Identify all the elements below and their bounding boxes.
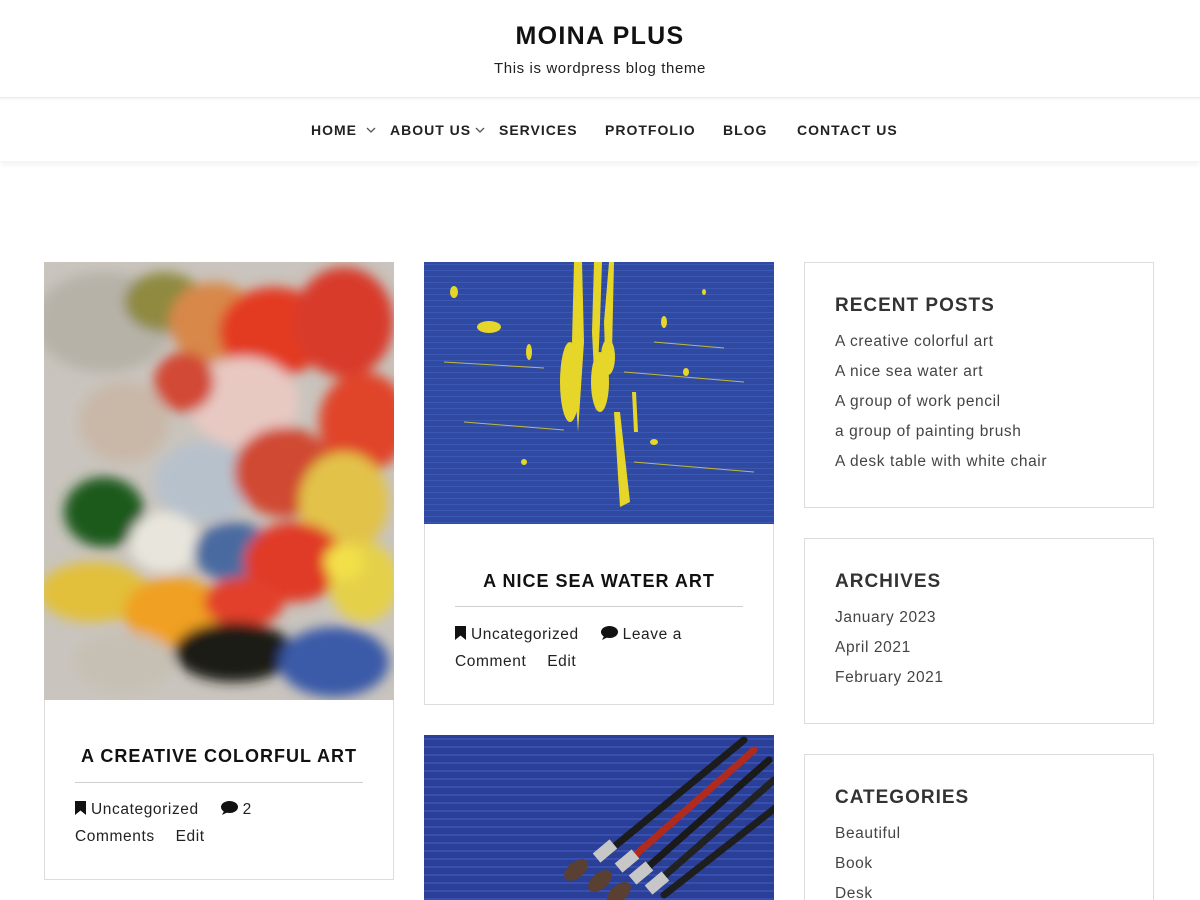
post-comments-label[interactable]: Comments bbox=[75, 828, 155, 845]
recent-post-link[interactable]: A creative colorful art bbox=[835, 333, 994, 351]
category-link[interactable]: Book bbox=[835, 855, 873, 873]
archive-link[interactable]: February 2021 bbox=[835, 669, 944, 687]
post-title[interactable]: A CREATIVE COLORFUL ART bbox=[45, 746, 393, 767]
post-divider bbox=[75, 782, 363, 783]
post-category-link[interactable]: Uncategorized bbox=[91, 801, 199, 818]
post-thumbnail[interactable] bbox=[424, 262, 774, 524]
post-meta: Uncategorized 2 Comments Edit bbox=[75, 797, 375, 850]
category-link[interactable]: Desk bbox=[835, 885, 873, 900]
site-title[interactable]: MOINA PLUS bbox=[0, 22, 1200, 51]
post-comments-count[interactable]: 2 bbox=[243, 801, 252, 818]
archive-link[interactable]: April 2021 bbox=[835, 639, 911, 657]
post-divider bbox=[455, 606, 743, 607]
comment-icon bbox=[600, 623, 618, 649]
comment-icon bbox=[220, 798, 238, 824]
nav-item-portfolio[interactable]: PROTFOLIO bbox=[605, 122, 696, 138]
nav-item-home[interactable]: HOME bbox=[311, 122, 357, 138]
post-title[interactable]: A NICE SEA WATER ART bbox=[425, 571, 773, 592]
site-header: MOINA PLUS This is wordpress blog theme bbox=[0, 0, 1200, 96]
bookmark-icon bbox=[75, 798, 86, 824]
nav-top-shadow bbox=[0, 98, 1200, 101]
bookmark-icon bbox=[455, 623, 466, 649]
archive-link[interactable]: January 2023 bbox=[835, 609, 936, 627]
recent-post-link[interactable]: A nice sea water art bbox=[835, 363, 983, 381]
widget-title: RECENT POSTS bbox=[835, 295, 995, 316]
recent-posts-widget: RECENT POSTS A creative colorful art A n… bbox=[804, 262, 1154, 508]
nav-item-blog[interactable]: BLOG bbox=[723, 122, 767, 138]
category-link[interactable]: Beautiful bbox=[835, 825, 901, 843]
main-navigation: HOME ABOUT US SERVICES PROTFOLIO BLOG CO… bbox=[0, 97, 1200, 161]
post-card bbox=[424, 735, 774, 900]
categories-widget: CATEGORIES Beautiful Book Desk bbox=[804, 754, 1154, 900]
recent-post-link[interactable]: a group of painting brush bbox=[835, 423, 1021, 441]
chevron-down-icon[interactable] bbox=[366, 127, 376, 137]
post-thumbnail[interactable] bbox=[424, 735, 774, 900]
post-card: A CREATIVE COLORFUL ART Uncategorized 2 … bbox=[44, 262, 394, 880]
post-comments-link[interactable]: Leave a bbox=[623, 626, 682, 643]
recent-post-link[interactable]: A group of work pencil bbox=[835, 393, 1001, 411]
post-card: A NICE SEA WATER ART Uncategorized Leave… bbox=[424, 262, 774, 705]
nav-item-services[interactable]: SERVICES bbox=[499, 122, 578, 138]
nav-item-about-us[interactable]: ABOUT US bbox=[390, 122, 471, 138]
nav-item-contact-us[interactable]: CONTACT US bbox=[797, 122, 898, 138]
widget-title: CATEGORIES bbox=[835, 787, 970, 808]
post-edit-link[interactable]: Edit bbox=[176, 828, 205, 845]
post-thumbnail[interactable] bbox=[44, 262, 394, 700]
post-edit-link[interactable]: Edit bbox=[547, 653, 576, 670]
widget-title: ARCHIVES bbox=[835, 571, 942, 592]
post-category-link[interactable]: Uncategorized bbox=[471, 626, 579, 643]
post-comments-label[interactable]: Comment bbox=[455, 653, 526, 670]
post-meta: Uncategorized Leave a Comment Edit bbox=[455, 622, 755, 675]
chevron-down-icon[interactable] bbox=[475, 127, 485, 137]
recent-post-link[interactable]: A desk table with white chair bbox=[835, 453, 1047, 471]
site-description: This is wordpress blog theme bbox=[494, 60, 706, 77]
archives-widget: ARCHIVES January 2023 April 2021 Februar… bbox=[804, 538, 1154, 724]
